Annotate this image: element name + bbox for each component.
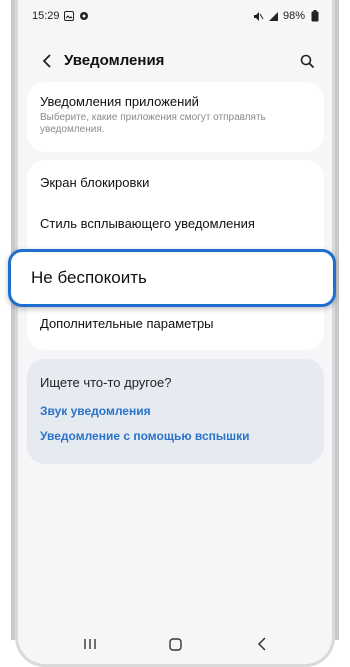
status-time: 15:29	[32, 10, 60, 22]
lock-screen-item[interactable]: Экран блокировки	[40, 175, 312, 190]
status-bar: 15:29 98%	[18, 0, 332, 34]
popup-style-item[interactable]: Стиль всплывающего уведомления	[40, 216, 312, 231]
status-left: 15:29	[32, 10, 90, 22]
search-button[interactable]	[296, 50, 318, 72]
app-notifications-card: Уведомления приложений Выберите, какие п…	[27, 82, 324, 152]
app-notifications-item[interactable]: Уведомления приложений Выберите, какие п…	[40, 94, 312, 136]
image-icon	[64, 11, 75, 22]
back-nav-icon	[257, 637, 266, 651]
notification-sound-link[interactable]: Звук уведомления	[40, 404, 151, 418]
back-button[interactable]	[36, 50, 58, 72]
back-nav-button[interactable]	[250, 634, 274, 654]
advanced-settings-item[interactable]: Дополнительные параметры	[40, 316, 312, 331]
chevron-left-icon	[42, 54, 51, 68]
suggestions-title: Ищете что-то другое?	[40, 375, 172, 390]
home-icon	[168, 637, 182, 651]
suggestions-card: Ищете что-то другое? Звук уведомления Ув…	[27, 359, 324, 464]
battery-percent: 98%	[282, 10, 305, 22]
search-icon	[300, 54, 314, 68]
phone-screen: 15:29 98% Уведомления Уведомления прилож…	[15, 0, 335, 667]
app-notifications-title: Уведомления приложений	[40, 94, 199, 109]
page-title: Уведомления	[64, 52, 165, 69]
app-header: Уведомления	[18, 42, 332, 82]
signal-icon	[268, 11, 279, 22]
sync-icon	[79, 11, 90, 22]
recents-icon	[84, 639, 96, 649]
home-button[interactable]	[163, 634, 187, 654]
lock-screen-title: Экран блокировки	[40, 175, 150, 190]
status-right: 98%	[253, 10, 320, 22]
recents-button[interactable]	[78, 634, 102, 654]
do-not-disturb-item[interactable]: Не беспокоить	[8, 249, 336, 307]
battery-icon	[309, 10, 320, 22]
flash-notification-link[interactable]: Уведомление с помощью вспышки	[40, 429, 250, 443]
app-notifications-desc: Выберите, какие приложения смогут отправ…	[40, 112, 266, 135]
mute-icon	[253, 11, 264, 22]
advanced-settings-title: Дополнительные параметры	[40, 316, 214, 331]
navigation-bar	[18, 628, 332, 658]
do-not-disturb-label: Не беспокоить	[31, 268, 147, 287]
device-frame-right	[335, 0, 339, 640]
popup-style-title: Стиль всплывающего уведомления	[40, 216, 255, 231]
